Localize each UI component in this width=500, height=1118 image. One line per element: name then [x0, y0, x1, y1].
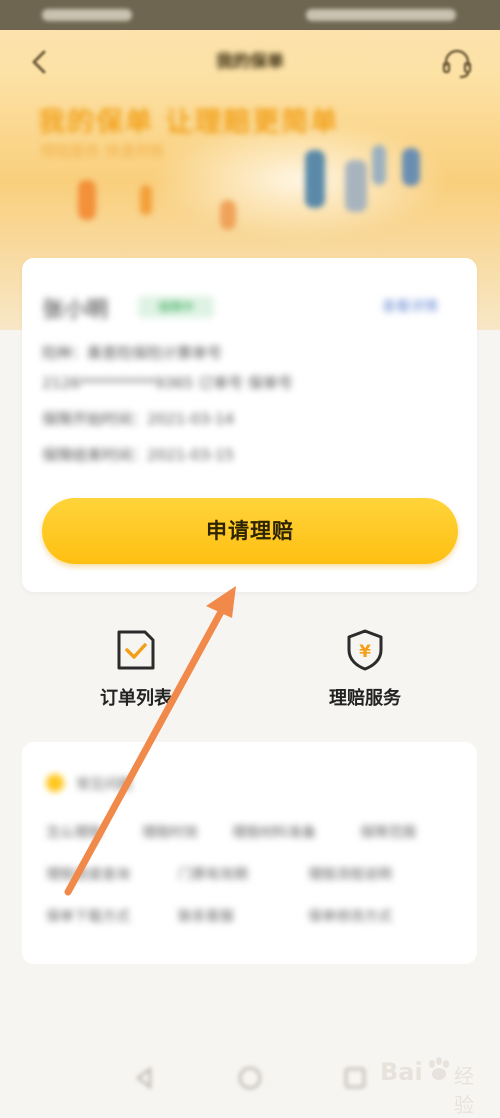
- policy-number-line: 2126**********9365 订单号 保单号: [42, 374, 293, 392]
- shortcut-order-list[interactable]: 订单列表: [66, 628, 206, 710]
- policy-holder-name: 张小明: [42, 298, 109, 323]
- svg-text:¥: ¥: [359, 642, 371, 662]
- faq-tag[interactable]: 保单下载方式: [46, 906, 130, 926]
- faq-card: 常见问题 怎么理赔 理赔时效 理赔材料准备 保障范围 理赔进度查询 门票有效期 …: [22, 742, 477, 964]
- status-badge: 保障中: [138, 296, 214, 318]
- watermark-brand: Bai: [380, 1058, 423, 1086]
- banner-figure-5: [345, 160, 367, 212]
- order-check-icon: [117, 630, 155, 670]
- system-back-icon[interactable]: [132, 1065, 158, 1091]
- banner-figure-2: [140, 185, 152, 215]
- back-arrow-icon[interactable]: [28, 44, 52, 80]
- banner-subline: 理赔服务 快速到账: [40, 142, 165, 160]
- banner-figure-4: [305, 150, 325, 208]
- faq-tag[interactable]: 保单修改方式: [308, 906, 392, 926]
- faq-bulb-icon: [46, 774, 64, 792]
- policy-type-line: 险种：乘意险保险计算单号: [42, 344, 223, 362]
- system-home-icon[interactable]: [237, 1065, 263, 1091]
- faq-tag[interactable]: 理赔材料准备: [232, 822, 316, 842]
- faq-title: 常见问题: [76, 777, 132, 793]
- view-detail-link[interactable]: 查看详情: [382, 296, 438, 316]
- status-left: [42, 9, 132, 21]
- watermark-sub: 经验: [454, 1064, 474, 1117]
- coverage-end-line: 保障结束时间：2021-03-15: [42, 446, 235, 464]
- apply-claim-button[interactable]: 申请理赔: [42, 498, 458, 564]
- banner-figure-6: [372, 145, 386, 185]
- banner-figure-1: [78, 180, 96, 220]
- system-nav-bar: [0, 1045, 500, 1111]
- faq-tag[interactable]: 理赔进度查询: [46, 864, 130, 884]
- navbar: 我的保单: [0, 38, 500, 88]
- coverage-start-line: 保障开始时间：2021-03-14: [42, 410, 235, 428]
- faq-tag[interactable]: 联系客服: [178, 906, 234, 926]
- faq-tag[interactable]: 怎么理赔: [46, 822, 102, 842]
- page-title: 我的保单: [216, 52, 284, 72]
- yen-shield-icon: ¥: [347, 629, 383, 671]
- banner-headline: 我的保单 让理赔更简单: [38, 107, 340, 138]
- faq-tag[interactable]: 保障范围: [360, 822, 416, 842]
- shortcut-claim-service-label: 理赔服务: [329, 688, 401, 709]
- status-right: [306, 9, 456, 21]
- system-recents-icon[interactable]: [342, 1065, 368, 1091]
- shortcut-claim-service[interactable]: ¥ 理赔服务: [295, 628, 435, 710]
- faq-tag[interactable]: 门票有效期: [178, 864, 248, 884]
- faq-tag[interactable]: 理赔时效: [142, 822, 198, 842]
- paw-icon: [429, 1057, 449, 1080]
- shortcut-order-list-label: 订单列表: [100, 688, 172, 709]
- customer-service-icon[interactable]: [440, 46, 474, 80]
- status-bar: [0, 0, 500, 30]
- banner-figure-3: [220, 200, 236, 230]
- banner-figure-7: [402, 148, 420, 186]
- policy-card: 张小明 保障中 查看详情 险种：乘意险保险计算单号 2126**********…: [22, 258, 477, 592]
- faq-tag[interactable]: 理赔流程说明: [308, 864, 392, 884]
